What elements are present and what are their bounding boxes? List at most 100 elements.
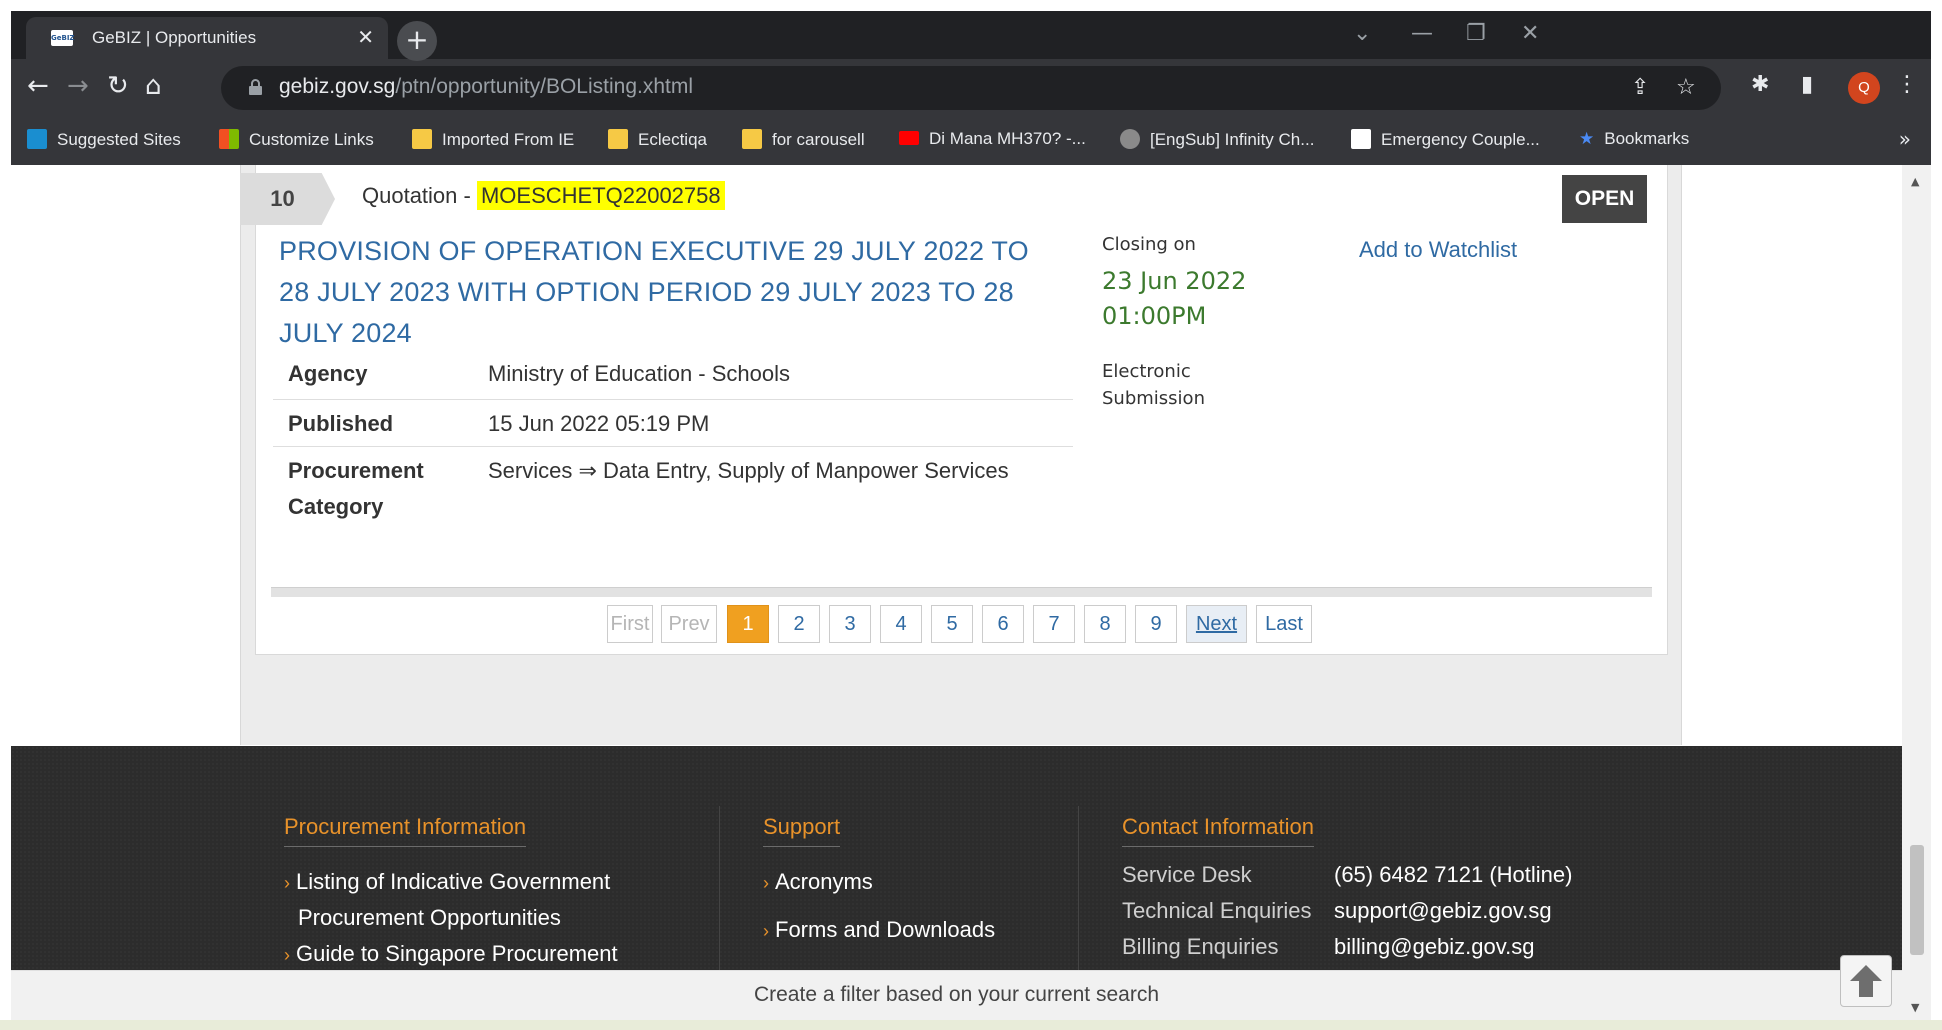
detail-row-agency: Agency Ministry of Education - Schools	[273, 352, 1073, 400]
restore-icon[interactable]: ❐	[1466, 21, 1486, 46]
folder-icon	[608, 129, 628, 149]
bookmark-di-mana-mh370[interactable]: Di Mana MH370? -...	[899, 129, 1086, 149]
window-edge-bottom	[0, 1020, 1942, 1030]
bookmark-star-icon[interactable]: ☆	[1676, 75, 1696, 100]
page-1-button[interactable]: 1	[727, 605, 769, 643]
menu-icon[interactable]: ⋮	[1896, 72, 1918, 97]
detail-row-category: Procurement Category Services ⇒ Data Ent…	[273, 447, 1073, 527]
pagination: First Prev 1 2 3 4 5 6 7 8 9 Next Last	[11, 605, 1902, 645]
chevron-right-icon: ›	[284, 945, 290, 965]
close-tab-icon[interactable]: ✕	[357, 25, 374, 49]
close-window-icon[interactable]: ✕	[1521, 21, 1539, 46]
new-tab-button[interactable]: +	[397, 21, 437, 61]
footer-link-indicative-procurement-cont[interactable]: Procurement Opportunities	[298, 900, 561, 936]
detail-label: Procurement Category	[288, 458, 424, 519]
contact-label-technical: Technical Enquiries	[1122, 898, 1312, 923]
quotation-id: MOESCHETQ22002758	[476, 181, 725, 210]
support-heading: Support	[763, 814, 841, 847]
bookmark-suggested-sites[interactable]: Suggested Sites	[27, 129, 181, 150]
chevron-right-icon: ›	[763, 921, 769, 941]
contact-value-hotline[interactable]: (65) 6482 7121 (Hotline)	[1334, 862, 1572, 888]
folder-icon	[742, 129, 762, 149]
address-bar[interactable]: gebiz.gov.sg/ptn/opportunity/BOListing.x…	[221, 66, 1721, 110]
footer-link-forms-downloads[interactable]: › Forms and Downloads	[763, 912, 995, 949]
page-6-button[interactable]: 6	[982, 605, 1024, 643]
detail-value: 15 Jun 2022 05:19 PM	[488, 411, 710, 436]
page-last-button[interactable]: Last	[1256, 605, 1312, 643]
bookmarks-overflow-icon[interactable]: »	[1899, 127, 1911, 151]
page-content: 10 Quotation - MOESCHETQ22002758 OPEN PR…	[11, 165, 1902, 1030]
page-8-button[interactable]: 8	[1084, 605, 1126, 643]
contact-label-billing: Billing Enquiries	[1122, 934, 1279, 959]
bing-icon	[27, 129, 47, 149]
procurement-info-heading: Procurement Information	[284, 814, 527, 847]
page-5-button[interactable]: 5	[931, 605, 973, 643]
page-first-button[interactable]: First	[607, 605, 653, 643]
page-prev-button[interactable]: Prev	[661, 605, 717, 643]
footer-divider	[1078, 806, 1079, 976]
page-9-button[interactable]: 9	[1135, 605, 1177, 643]
page-3-button[interactable]: 3	[829, 605, 871, 643]
contact-value-billing-email[interactable]: billing@gebiz.gov.sg	[1334, 934, 1534, 960]
side-panel-icon[interactable]: ▮	[1801, 72, 1813, 97]
page-2-button[interactable]: 2	[778, 605, 820, 643]
reload-icon[interactable]: ↻	[107, 71, 129, 101]
contact-info-heading: Contact Information	[1122, 814, 1314, 847]
bookmark-engsub-infinity[interactable]: [EngSub] Infinity Ch...	[1120, 129, 1314, 150]
quotation-label: Quotation - MOESCHETQ22002758	[362, 181, 725, 210]
bookmark-emergency-couple[interactable]: Emergency Couple...	[1351, 129, 1540, 150]
divider	[271, 587, 1652, 597]
chevron-right-icon: ›	[284, 873, 290, 893]
details-table: Agency Ministry of Education - Schools P…	[273, 352, 1073, 527]
tab-strip: GeBIZ GeBIZ | Opportunities ✕ + ⌄ — ❐ ✕	[11, 11, 1931, 61]
bookmark-bookmarks[interactable]: ★ Bookmarks	[1579, 129, 1689, 149]
detail-value: Ministry of Education - Schools	[488, 361, 791, 386]
gebiz-favicon-icon: GeBIZ	[51, 30, 75, 46]
tab-title: GeBIZ | Opportunities	[92, 28, 257, 47]
profile-avatar[interactable]: Q	[1848, 72, 1880, 104]
detail-value: Services ⇒ Data Entry, Supply of Manpowe…	[488, 458, 1009, 483]
globe-icon	[1120, 129, 1140, 149]
bookmark-customize-links[interactable]: Customize Links	[219, 129, 374, 150]
df-icon	[1351, 129, 1371, 149]
tab-search-icon[interactable]: ⌄	[1353, 21, 1371, 46]
scroll-down-icon[interactable]: ▼	[1911, 1001, 1919, 1014]
lock-icon	[249, 79, 262, 95]
footer-link-guide[interactable]: › Guide to Singapore Procurement	[284, 936, 618, 973]
back-to-top-button[interactable]	[1840, 955, 1892, 1007]
add-to-watchlist-link[interactable]: Add to Watchlist	[1359, 237, 1517, 263]
page-4-button[interactable]: 4	[880, 605, 922, 643]
home-icon[interactable]: ⌂	[145, 71, 162, 101]
forward-icon[interactable]: →	[67, 71, 89, 101]
vertical-scrollbar[interactable]: ▲ ▼	[1902, 165, 1931, 1020]
closing-label: Closing on	[1102, 234, 1196, 255]
closing-datetime: 23 Jun 2022 01:00PM	[1102, 267, 1247, 330]
back-icon[interactable]: ←	[27, 71, 49, 101]
contact-label-service-desk: Service Desk	[1122, 862, 1252, 887]
browser-toolbar: ← → ↻ ⌂ gebiz.gov.sg/ptn/opportunity/BOL…	[11, 59, 1931, 117]
browser-chrome: GeBIZ GeBIZ | Opportunities ✕ + ⌄ — ❐ ✕ …	[11, 11, 1931, 165]
scrollbar-thumb[interactable]	[1910, 845, 1924, 955]
star-icon: ★	[1579, 129, 1595, 148]
row-number: 10	[240, 173, 335, 225]
bookmark-imported-from-ie[interactable]: Imported From IE	[412, 129, 574, 150]
footer-link-indicative-procurement[interactable]: › Listing of Indicative Government	[284, 864, 610, 901]
windows-icon	[219, 129, 239, 149]
contact-value-support-email[interactable]: support@gebiz.gov.sg	[1334, 898, 1552, 924]
detail-label: Agency	[288, 361, 368, 386]
footer-divider	[719, 806, 720, 976]
scroll-up-icon[interactable]: ▲	[1911, 175, 1919, 188]
tab-gebiz-opportunities[interactable]: GeBIZ GeBIZ | Opportunities ✕	[26, 17, 388, 59]
create-filter-bar[interactable]: Create a filter based on your current se…	[11, 970, 1902, 1020]
page-next-button[interactable]: Next	[1186, 605, 1247, 643]
share-icon[interactable]: ⇪	[1631, 75, 1649, 100]
bookmark-eclectiqa[interactable]: Eclectiqa	[608, 129, 707, 150]
minimize-icon[interactable]: —	[1411, 21, 1433, 46]
extensions-icon[interactable]: ✱	[1751, 72, 1769, 97]
page-7-button[interactable]: 7	[1033, 605, 1075, 643]
bookmark-for-carousell[interactable]: for carousell	[742, 129, 865, 150]
bookmarks-bar: Suggested Sites Customize Links Imported…	[11, 117, 1931, 165]
detail-label: Published	[288, 411, 394, 436]
opportunity-title-link[interactable]: PROVISION OF OPERATION EXECUTIVE 29 JULY…	[279, 231, 1049, 354]
footer-link-acronyms[interactable]: › Acronyms	[763, 864, 873, 901]
